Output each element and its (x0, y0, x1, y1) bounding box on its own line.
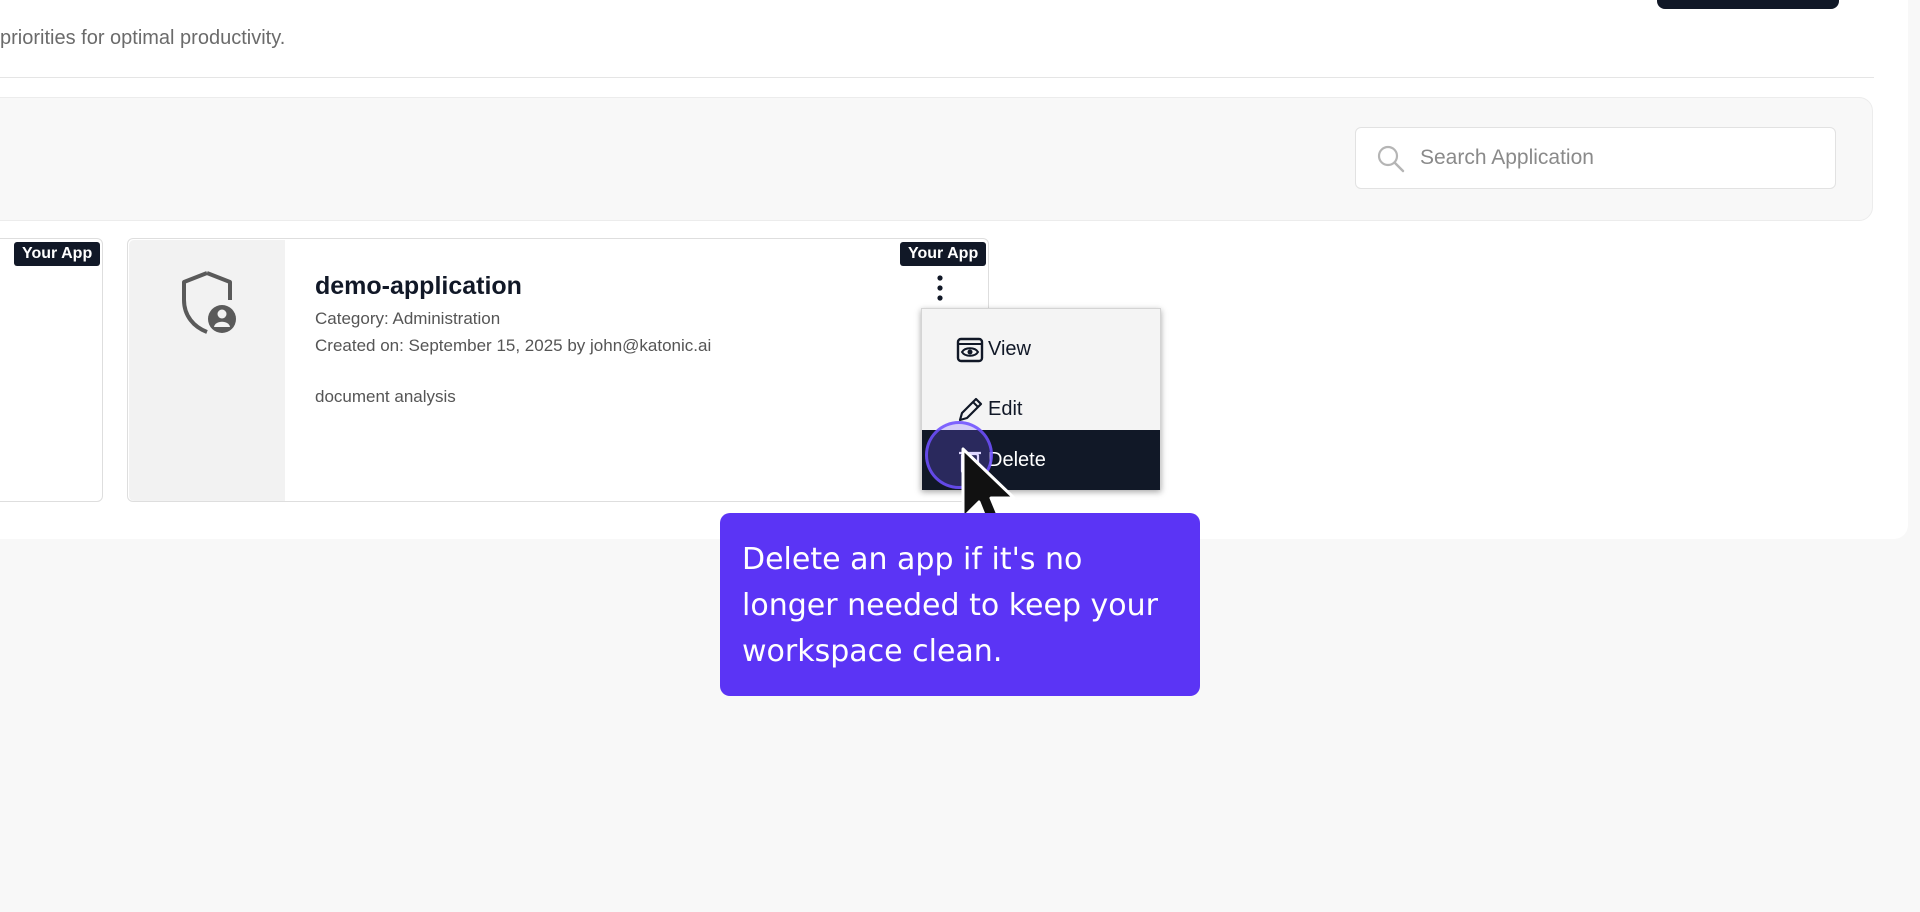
shield-user-icon (182, 271, 236, 334)
eye-icon (956, 337, 984, 363)
app-category: Category: Administration (315, 309, 501, 328)
header-divider (0, 77, 1874, 78)
app-card-demo-application[interactable]: Your App demo-application Category: Admi… (127, 238, 989, 502)
search-icon (1377, 145, 1405, 173)
more-options-icon[interactable] (928, 273, 952, 303)
app-card[interactable]: Your App (0, 238, 103, 502)
your-app-badge: Your App (14, 242, 101, 266)
create-application-button[interactable] (1657, 0, 1839, 9)
app-description: document analysis (315, 387, 456, 406)
app-title[interactable]: demo-application (315, 272, 522, 301)
app-created-on: Created on: September 15, 2025 by john@k… (315, 336, 712, 355)
page-subtitle: priorities for optimal productivity. (0, 27, 286, 49)
menu-item-label: Edit (988, 397, 1023, 420)
guide-tooltip: Delete an app if it's no longer needed t… (720, 513, 1200, 696)
menu-item-label: View (988, 337, 1031, 360)
search-box[interactable] (1355, 127, 1836, 189)
pencil-icon (958, 397, 983, 422)
menu-item-view[interactable]: View (922, 319, 1160, 379)
app-icon-tile (129, 240, 285, 501)
search-input[interactable] (1418, 128, 1818, 188)
your-app-badge: Your App (900, 242, 987, 266)
